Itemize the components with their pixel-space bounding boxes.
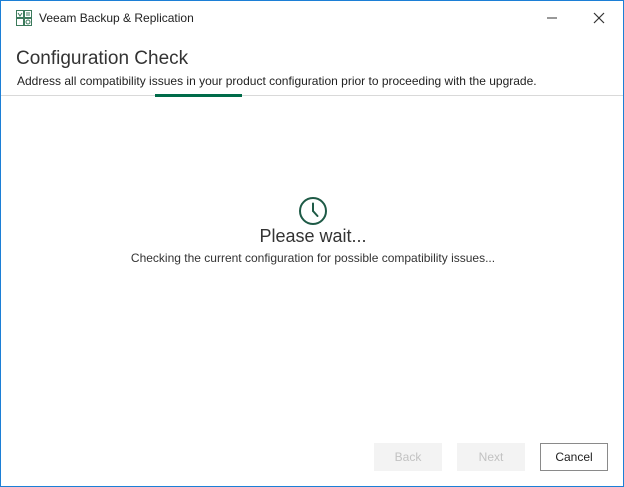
page-title: Configuration Check [16, 48, 189, 69]
cancel-button[interactable]: Cancel [540, 443, 608, 471]
wait-title: Please wait... [259, 226, 367, 246]
page-subtitle: Address all compatibility issues in your… [17, 74, 537, 88]
clock-icon [298, 196, 328, 226]
minimize-button[interactable] [529, 1, 575, 35]
header-divider [1, 95, 623, 96]
close-icon [593, 12, 605, 24]
close-button[interactable] [576, 1, 622, 35]
window-title: Veeam Backup & Replication [39, 11, 194, 25]
minimize-icon [547, 17, 557, 19]
next-button[interactable]: Next [457, 443, 525, 471]
installer-window: Veeam Backup & Replication Configuration… [0, 0, 624, 487]
step-progress-indicator [155, 94, 242, 97]
veeam-app-icon [16, 10, 32, 26]
title-bar[interactable]: Veeam Backup & Replication [1, 1, 623, 35]
wait-message: Checking the current configuration for p… [130, 251, 496, 265]
back-button[interactable]: Back [374, 443, 442, 471]
